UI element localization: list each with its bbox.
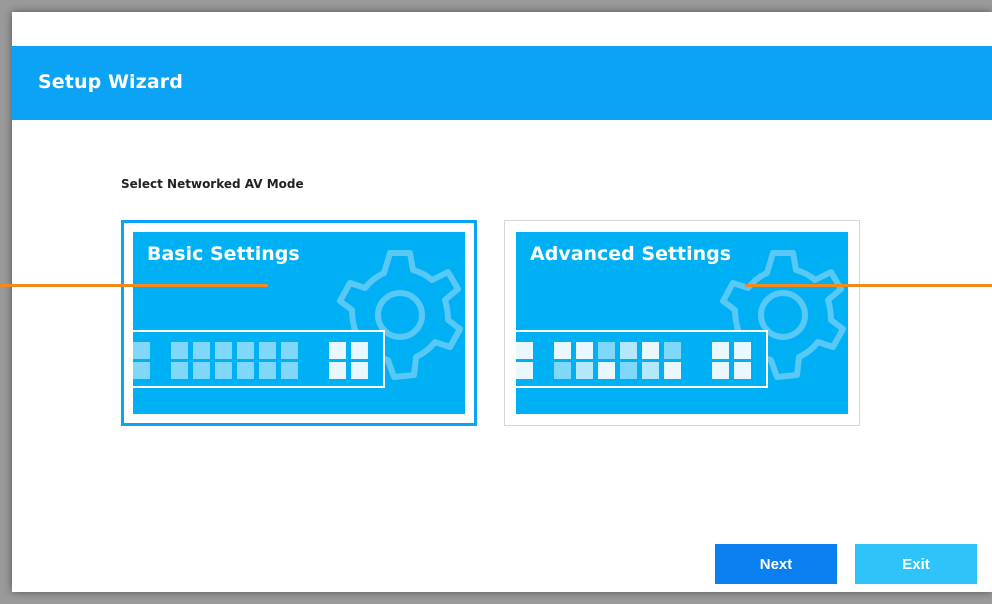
annotation-callout-line — [0, 284, 268, 287]
advanced-settings-option[interactable]: Advanced Settings — [504, 220, 860, 426]
basic-settings-option[interactable]: Basic Settings — [121, 220, 477, 426]
exit-button[interactable]: Exit — [855, 544, 977, 584]
wizard-title: Setup Wizard — [38, 71, 183, 93]
mode-prompt-label: Select Networked AV Mode — [121, 177, 304, 191]
advanced-settings-panel: Advanced Settings — [516, 232, 848, 414]
annotation-callout-line — [745, 284, 992, 287]
advanced-settings-label: Advanced Settings — [530, 243, 732, 265]
basic-settings-label: Basic Settings — [147, 243, 300, 265]
switch-device-graphic — [133, 330, 385, 388]
next-button[interactable]: Next — [715, 544, 837, 584]
switch-device-graphic — [516, 330, 768, 388]
setup-wizard-window: Setup Wizard Select Networked AV Mode Ba… — [12, 12, 992, 592]
wizard-header: Setup Wizard — [12, 46, 992, 120]
basic-settings-panel: Basic Settings — [133, 232, 465, 414]
